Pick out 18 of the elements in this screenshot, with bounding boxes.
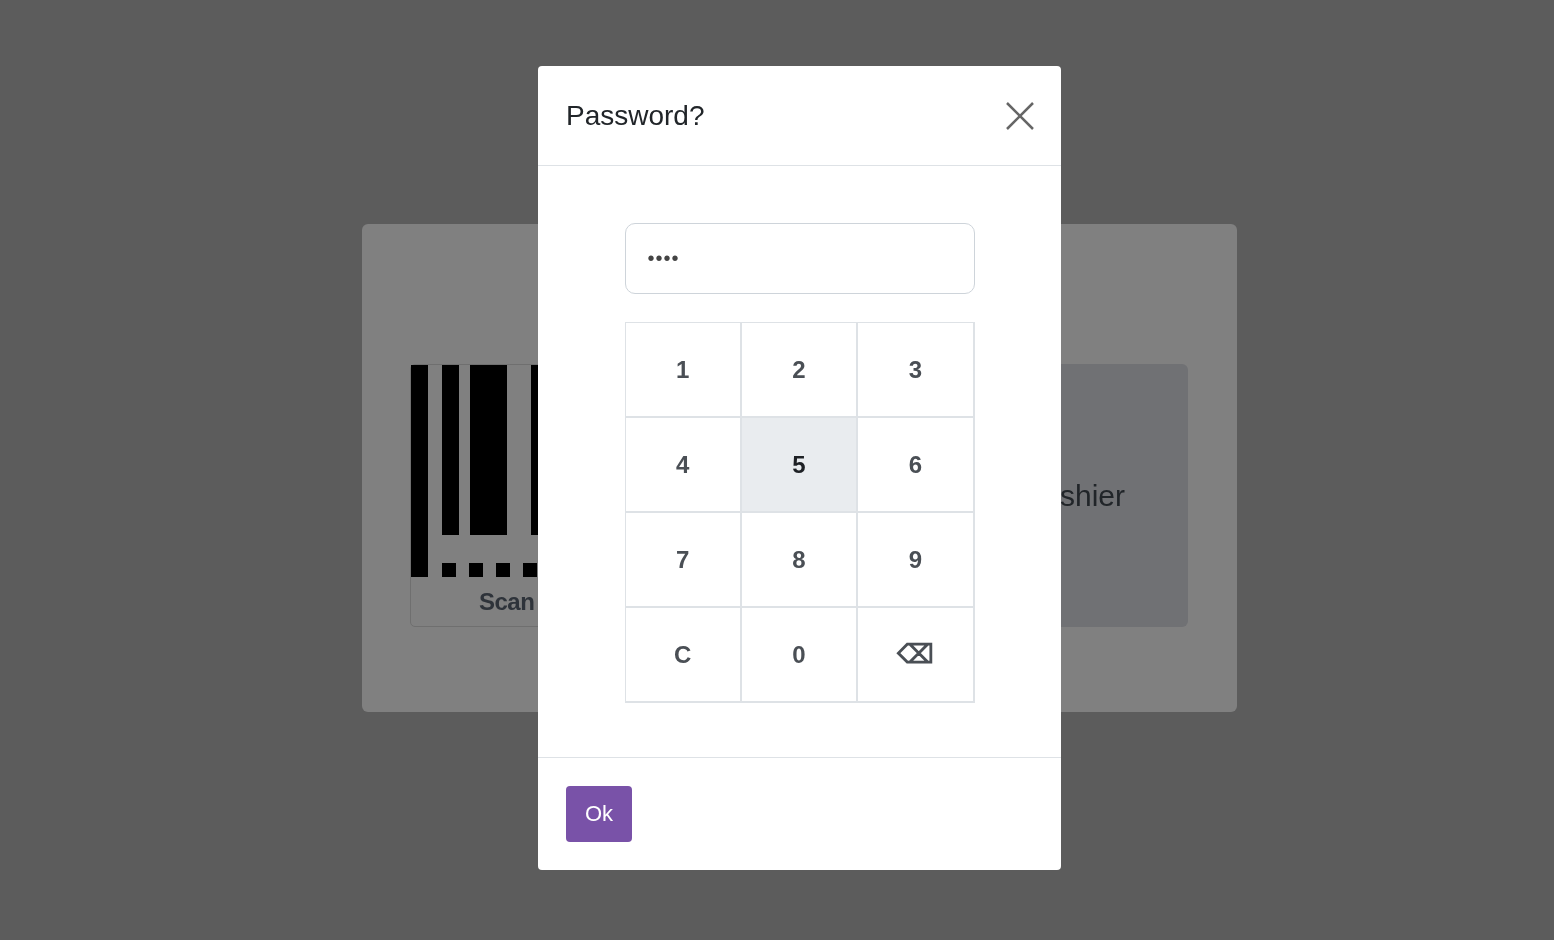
digit-key[interactable]: 9 bbox=[858, 513, 975, 608]
digit-key[interactable]: 5 bbox=[741, 418, 859, 513]
digit-key[interactable]: 6 bbox=[858, 418, 975, 513]
digit-key[interactable]: 2 bbox=[741, 323, 859, 418]
digit-key[interactable]: 0 bbox=[741, 608, 859, 703]
digit-key[interactable]: 1 bbox=[625, 323, 742, 418]
scan-label: Scan bbox=[479, 587, 535, 616]
clear-key[interactable]: C bbox=[625, 608, 742, 703]
digit-key[interactable]: 7 bbox=[625, 513, 742, 608]
password-field[interactable]: •••• bbox=[624, 223, 975, 294]
cashier-label: shier bbox=[1060, 478, 1126, 513]
close-icon[interactable] bbox=[1006, 101, 1034, 130]
backspace-key[interactable]: ⌫ bbox=[858, 608, 975, 703]
digit-key[interactable]: 8 bbox=[741, 513, 859, 608]
digit-key[interactable]: 3 bbox=[858, 323, 975, 418]
ok-button[interactable]: Ok bbox=[566, 786, 632, 842]
digit-key[interactable]: 4 bbox=[625, 418, 742, 513]
dialog-title: Password? bbox=[566, 99, 705, 132]
